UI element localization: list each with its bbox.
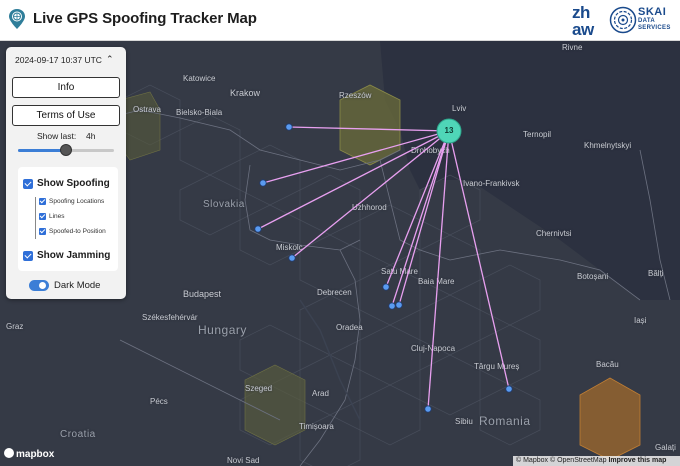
app-title: Live GPS Spoofing Tracker Map bbox=[33, 10, 257, 27]
slider-thumb[interactable] bbox=[60, 144, 72, 156]
spoofing-lines bbox=[257, 126, 510, 410]
spoofed-position-point[interactable] bbox=[259, 179, 267, 187]
spoofed-position-point[interactable] bbox=[424, 405, 432, 413]
layer-options: Show Spoofing Spoofing Locations Lines S… bbox=[18, 167, 118, 271]
spoofed-position-point[interactable] bbox=[505, 385, 513, 393]
spoofed-to-position-checkbox[interactable] bbox=[39, 228, 46, 235]
control-panel: 2024-09-17 10:37 UTC ⌃ Info Terms of Use… bbox=[6, 47, 126, 299]
svg-text:aw: aw bbox=[572, 20, 595, 38]
timestamp: 2024-09-17 10:37 UTC bbox=[15, 55, 102, 65]
show-spoofing-label: Show Spoofing bbox=[37, 178, 110, 189]
lines-checkbox[interactable] bbox=[39, 213, 46, 220]
show-jamming-label: Show Jamming bbox=[37, 250, 111, 261]
collapse-chevron-up-icon[interactable]: ⌃ bbox=[106, 54, 114, 65]
osm-attribution-link[interactable]: © OpenStreetMap bbox=[550, 457, 607, 464]
map-attribution: © Mapbox © OpenStreetMap Improve this ma… bbox=[513, 456, 680, 466]
spoofed-position-point[interactable] bbox=[382, 283, 390, 291]
skai-logo-text: SKAI DATA SERVICES bbox=[638, 7, 671, 32]
spoofing-locations-label: Spoofing Locations bbox=[49, 198, 105, 205]
terms-of-use-button[interactable]: Terms of Use bbox=[12, 105, 120, 126]
mapbox-logo-text: mapbox bbox=[16, 449, 55, 460]
spoof-line bbox=[291, 130, 450, 259]
mapbox-logo-icon bbox=[4, 448, 14, 458]
spoof-line bbox=[391, 130, 450, 307]
show-jamming-checkbox[interactable] bbox=[23, 251, 33, 261]
spoof-line bbox=[288, 126, 450, 132]
show-last-value: 4h bbox=[86, 131, 96, 141]
spoof-line bbox=[398, 130, 450, 306]
spoofed-position-point[interactable] bbox=[395, 301, 403, 309]
dark-mode-label: Dark Mode bbox=[54, 280, 101, 291]
skai-sub-1: DATA bbox=[638, 18, 655, 24]
info-button[interactable]: Info bbox=[12, 77, 120, 98]
spoofed-position-point[interactable] bbox=[388, 302, 396, 310]
show-last-label: Show last: bbox=[37, 131, 77, 141]
header-bar: Live GPS Spoofing Tracker Map zh aw SKAI… bbox=[0, 0, 680, 41]
spoof-line bbox=[427, 130, 450, 410]
spoof-line bbox=[257, 130, 450, 230]
mapbox-attribution-link[interactable]: © Mapbox bbox=[516, 457, 548, 464]
skai-logo-icon bbox=[609, 6, 637, 34]
spoofed-position-point[interactable] bbox=[285, 123, 293, 131]
lines-label: Lines bbox=[49, 213, 65, 220]
cluster-count: 13 bbox=[444, 126, 454, 135]
spoofed-position-point[interactable] bbox=[254, 225, 262, 233]
spoofed-position-point[interactable] bbox=[288, 254, 296, 262]
spoof-line bbox=[448, 130, 510, 390]
spoofed-to-position-label: Spoofed-to Position bbox=[49, 228, 106, 235]
zhaw-logo: zh aw bbox=[572, 3, 604, 39]
improve-map-link[interactable]: Improve this map bbox=[608, 457, 666, 464]
skai-sub-2: SERVICES bbox=[638, 25, 671, 31]
tree-connector bbox=[35, 197, 36, 239]
app-logo-icon bbox=[9, 9, 25, 29]
dark-mode-toggle-knob bbox=[39, 282, 46, 289]
slider-fill bbox=[18, 149, 66, 152]
spoof-line bbox=[262, 130, 450, 184]
mapbox-logo[interactable]: mapbox bbox=[4, 448, 54, 460]
skai-name: SKAI bbox=[638, 6, 667, 18]
show-spoofing-checkbox[interactable] bbox=[23, 179, 33, 189]
spoofing-locations-checkbox[interactable] bbox=[39, 198, 46, 205]
